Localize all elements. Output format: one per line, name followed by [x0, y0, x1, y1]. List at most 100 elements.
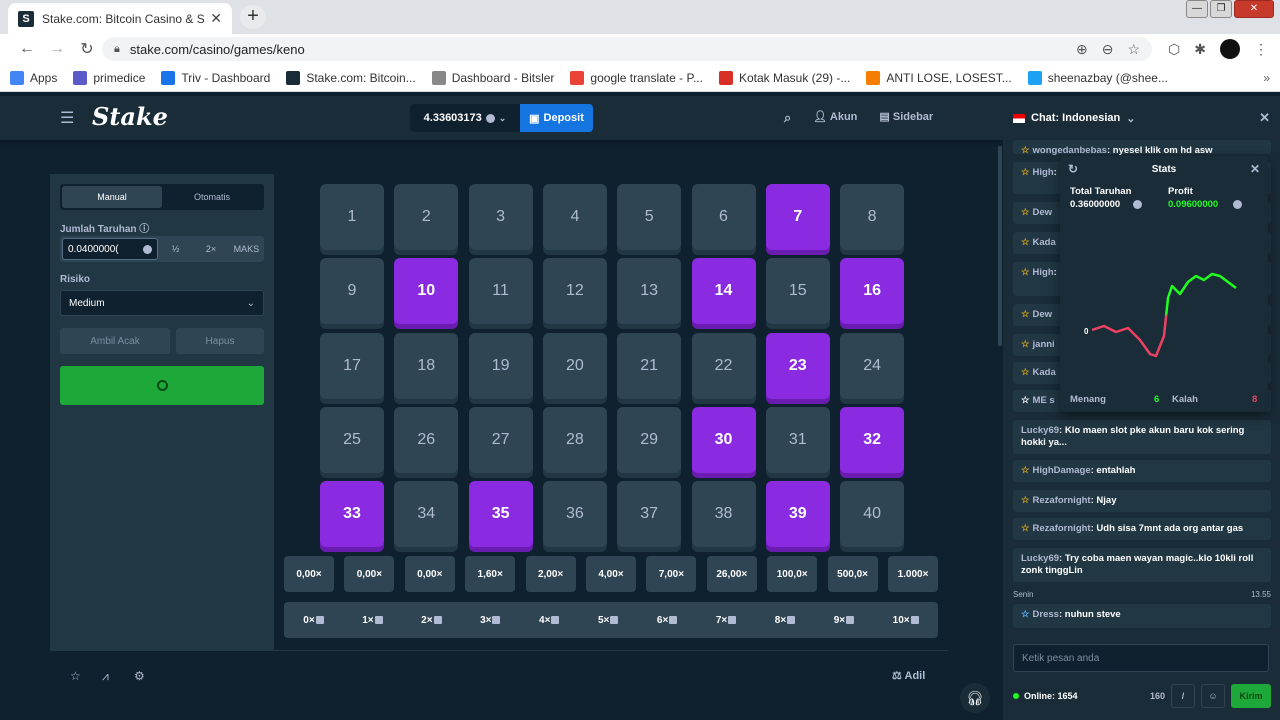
keno-tile-15[interactable]: 15	[765, 258, 830, 325]
keno-tile-38[interactable]: 38	[691, 481, 756, 548]
chat-username[interactable]: wongedanbebas	[1033, 145, 1107, 156]
deposit-button[interactable]: ▣ Deposit	[520, 104, 593, 132]
chat-username[interactable]: Lucky69	[1021, 425, 1059, 436]
random-pick-button[interactable]: Ambil Acak	[60, 328, 170, 354]
menu-kebab-icon[interactable]: ⋮	[1254, 41, 1268, 58]
forward-icon[interactable]: →	[42, 40, 72, 58]
chevron-down-icon[interactable]: ⌄	[1126, 112, 1135, 125]
keno-tile-14[interactable]: 14	[691, 258, 756, 325]
max-bet-button[interactable]: MAKS	[229, 244, 264, 254]
maximize-icon[interactable]: ❐	[1210, 0, 1232, 18]
refresh-icon[interactable]: ↻	[1068, 162, 1078, 176]
sidebar-button[interactable]: ▤ Sidebar	[879, 110, 933, 126]
keno-tile-1[interactable]: 1	[320, 184, 384, 250]
keno-tile-20[interactable]: 20	[542, 332, 607, 399]
bookmark-4[interactable]: Dashboard - Bitsler	[431, 70, 554, 85]
chat-username[interactable]: Lucky69	[1021, 553, 1059, 564]
window-close-icon[interactable]: ✕	[1234, 0, 1274, 18]
chat-username[interactable]: Kada	[1033, 237, 1056, 248]
chat-username[interactable]: Rezafornight	[1033, 495, 1091, 506]
close-chat-icon[interactable]: ✕	[1259, 110, 1270, 126]
keno-tile-31[interactable]: 31	[765, 406, 830, 473]
bookmark-8[interactable]: sheenazbay (@shee...	[1027, 70, 1168, 85]
back-icon[interactable]: ←	[12, 40, 42, 58]
keno-tile-32[interactable]: 32	[840, 406, 905, 473]
close-tab-icon[interactable]: ✕	[210, 10, 222, 27]
keno-tile-22[interactable]: 22	[691, 332, 756, 399]
bookmark-star-icon[interactable]: ☆	[1127, 41, 1140, 58]
keno-tile-12[interactable]: 12	[542, 258, 607, 325]
balance-selector[interactable]: 4.33603173 ⌄	[410, 104, 520, 132]
reload-icon[interactable]: ↻	[72, 39, 102, 59]
keno-tile-21[interactable]: 21	[617, 332, 682, 399]
bookmark-1[interactable]: primedice	[73, 70, 145, 85]
page-scrollbar[interactable]	[998, 146, 1002, 346]
tab-manual[interactable]: Manual	[62, 186, 162, 208]
risk-select[interactable]: Medium ⌄	[60, 290, 264, 316]
keno-tile-2[interactable]: 2	[394, 184, 459, 250]
keno-tile-11[interactable]: 11	[468, 258, 533, 325]
chat-room-selector[interactable]: Chat: Indonesian	[1031, 112, 1120, 124]
bookmark-6[interactable]: Kotak Masuk (29) -...	[718, 70, 850, 85]
hamburger-menu-icon[interactable]: ☰	[60, 108, 74, 128]
keno-tile-6[interactable]: 6	[691, 184, 756, 250]
keno-tile-4[interactable]: 4	[542, 184, 607, 250]
chat-username[interactable]: HighDamage	[1033, 465, 1091, 476]
keno-tile-29[interactable]: 29	[617, 406, 682, 473]
zoom-in-icon[interactable]: ⊕	[1076, 41, 1088, 58]
emoji-icon[interactable]: ☺	[1201, 684, 1225, 708]
puzzle-extensions-icon[interactable]: ✱	[1194, 41, 1206, 58]
chat-username[interactable]: High	[1033, 167, 1054, 178]
bookmark-0[interactable]: Apps	[10, 70, 57, 85]
send-button[interactable]: Kirim	[1231, 684, 1271, 708]
keno-tile-37[interactable]: 37	[617, 481, 682, 548]
chat-username[interactable]: ME s	[1033, 395, 1055, 406]
keno-tile-8[interactable]: 8	[840, 184, 905, 250]
stake-logo[interactable]: Stake	[92, 102, 168, 131]
keno-tile-36[interactable]: 36	[542, 481, 607, 548]
bookmark-7[interactable]: ANTI LOSE, LOSEST...	[866, 70, 1012, 85]
tab-auto[interactable]: Otomatis	[162, 186, 262, 208]
chat-username[interactable]: Dew	[1033, 309, 1053, 320]
account-button[interactable]: 👤︎ Akun	[813, 110, 857, 126]
keno-tile-3[interactable]: 3	[468, 184, 533, 250]
favorite-star-icon[interactable]: ☆	[70, 669, 81, 683]
chat-input[interactable]: Ketik pesan anda	[1013, 644, 1269, 672]
keno-tile-13[interactable]: 13	[617, 258, 682, 325]
bookmark-5[interactable]: google translate - P...	[570, 70, 703, 85]
bet-amount-input[interactable]: 0.0400000(	[62, 238, 158, 260]
keno-tile-40[interactable]: 40	[840, 481, 905, 548]
keno-tile-25[interactable]: 25	[320, 406, 384, 473]
keno-tile-9[interactable]: 9	[320, 258, 384, 325]
search-icon[interactable]: ⌕	[784, 110, 791, 126]
keno-tile-39[interactable]: 39	[765, 481, 830, 548]
command-button[interactable]: /	[1171, 684, 1195, 708]
bet-button[interactable]	[60, 366, 264, 405]
chat-username[interactable]: Dress	[1033, 609, 1059, 620]
keno-tile-26[interactable]: 26	[394, 406, 459, 473]
new-tab-button[interactable]: +	[240, 5, 266, 29]
keno-tile-24[interactable]: 24	[840, 332, 905, 399]
keno-tile-35[interactable]: 35	[468, 481, 533, 548]
fairness-button[interactable]: ⚖ Adil	[892, 669, 925, 682]
close-icon[interactable]: ✕	[1250, 162, 1260, 176]
keno-tile-27[interactable]: 27	[468, 406, 533, 473]
keno-tile-30[interactable]: 30	[691, 406, 756, 473]
support-headset-icon[interactable]: 🎧︎	[960, 683, 990, 713]
keno-tile-19[interactable]: 19	[468, 332, 533, 399]
stats-chart-icon[interactable]: ⩘	[102, 669, 109, 684]
keno-tile-16[interactable]: 16	[840, 258, 905, 325]
zoom-out-icon[interactable]: ⊖	[1102, 41, 1114, 58]
chat-username[interactable]: janni	[1033, 339, 1055, 350]
clear-button[interactable]: Hapus	[176, 328, 264, 354]
keno-tile-17[interactable]: 17	[320, 332, 384, 399]
chat-username[interactable]: Rezafornight	[1033, 523, 1091, 534]
minimize-icon[interactable]: —	[1186, 0, 1208, 18]
chat-username[interactable]: Dew	[1033, 207, 1053, 218]
keno-tile-23[interactable]: 23	[765, 332, 830, 399]
keno-tile-5[interactable]: 5	[617, 184, 682, 250]
half-bet-button[interactable]: ½	[158, 244, 193, 254]
browser-tab[interactable]: S Stake.com: Bitcoin Casino & Sports ✕	[8, 3, 232, 34]
chat-username[interactable]: Kada	[1033, 367, 1056, 378]
settings-gear-icon[interactable]: ⚙	[134, 669, 145, 683]
